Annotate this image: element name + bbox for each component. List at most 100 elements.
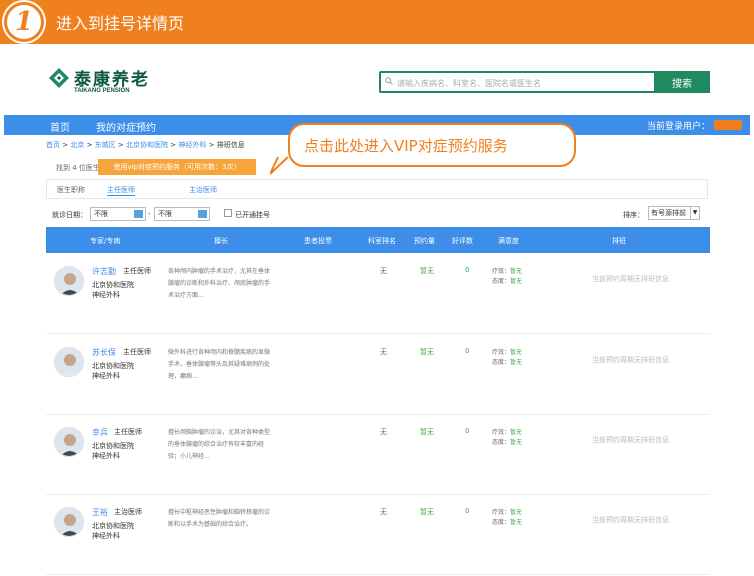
table-row: 王裕 主治医师 北京协和医院 神经外科 擅长中枢神经恶性肿瘤和脑转移瘤的诊断和以…	[46, 495, 710, 575]
date-from-input[interactable]: 不限	[90, 207, 146, 221]
brand-logo[interactable]: 泰康养老 TAIKANG PENSION	[48, 65, 178, 99]
table-row: 苏长保 主任医师 北京协和医院 神经外科 微外科进行各种颅内和脊髓疾病的显微手术…	[46, 335, 710, 415]
th-likes: 好评数	[452, 237, 473, 245]
search-box: 搜索	[379, 71, 710, 93]
doctor-hospital: 北京协和医院	[92, 362, 134, 370]
vip-appointment-button[interactable]: 使用vip对症预约服务（可用次数：3次）	[98, 159, 256, 175]
doctor-name[interactable]: 幸兵	[92, 427, 108, 438]
nav-item-my-appointments[interactable]: 我的对症预约	[96, 119, 156, 134]
doctor-title: 主任医师	[123, 348, 151, 356]
breadcrumb-dept[interactable]: 神经外科	[178, 141, 206, 149]
satisfaction-attitude: 态度：暂无	[492, 439, 523, 446]
step-number-badge: 1	[4, 2, 44, 42]
taikang-logo-icon	[49, 68, 69, 88]
satisfaction-effect: 疗效：暂无	[492, 349, 523, 356]
chevron-down-icon: ▼	[690, 207, 699, 219]
th-votes: 患者投票	[304, 237, 332, 245]
doctor-title: 主任医师	[123, 267, 151, 275]
date-filter: 就诊日期： 不限 - 不限 已开通挂号 排序： 有号源排前 ▼	[46, 206, 708, 225]
schedule-info: 当前预约周期无排班信息	[592, 356, 669, 364]
schedule-info: 当前预约周期无排班信息	[592, 436, 669, 444]
doctor-title: 主治医师	[114, 508, 142, 516]
booking-count: 暂无	[420, 267, 434, 275]
doctor-department: 神经外科	[92, 532, 120, 540]
nav-item-home[interactable]: 首页	[50, 119, 70, 134]
breadcrumb: 首页 > 北京 > 东城区 > 北京协和医院 > 神经外科 > 排班信息	[46, 141, 245, 149]
satisfaction-attitude: 态度：暂无	[492, 359, 523, 366]
breadcrumb-home[interactable]: 首页	[46, 141, 60, 149]
doctor-name[interactable]: 王裕	[92, 507, 108, 518]
doctor-specialty: 擅长颅脑肿瘤的诊治，尤其对各种类型的垂体腺瘤的综合治疗有较丰富的经验；小儿神经.…	[168, 429, 271, 460]
filter-tab-chief[interactable]: 主任医师	[107, 185, 135, 196]
table-header: 专家/专病 擅长 患者投票 科室排名 预约量 好评数 满意度 排班	[46, 227, 710, 253]
open-registration-label: 已开通挂号	[235, 211, 270, 219]
search-input[interactable]	[385, 75, 655, 91]
dept-rank: 无	[380, 348, 387, 356]
callout-pointer	[270, 156, 289, 175]
open-registration-checkbox[interactable]	[224, 209, 232, 217]
brand-name-cn: 泰康养老	[74, 70, 150, 90]
booking-count: 暂无	[420, 508, 434, 516]
breadcrumb-current: 排班信息	[216, 141, 245, 149]
doctor-avatar[interactable]	[54, 427, 84, 457]
th-schedule: 排班	[612, 237, 626, 245]
like-count: 0	[465, 266, 470, 274]
doctor-title: 主任医师	[114, 428, 142, 436]
satisfaction-effect: 疗效：暂无	[492, 429, 523, 436]
date-to-input[interactable]: 不限	[154, 207, 210, 221]
doctor-department: 神经外科	[92, 372, 120, 380]
doctor-name[interactable]: 许志勤	[92, 266, 116, 277]
doctor-hospital: 北京协和医院	[92, 442, 134, 450]
th-specialty: 擅长	[214, 237, 228, 245]
filter-tab-attending[interactable]: 主治医师	[189, 185, 217, 195]
satisfaction-effect: 疗效：暂无	[492, 509, 523, 516]
booking-count: 暂无	[420, 348, 434, 356]
current-user-name[interactable]	[714, 120, 742, 130]
schedule-info: 当前预约周期无排班信息	[592, 516, 669, 524]
step-title: 进入到挂号详情页	[56, 14, 185, 33]
th-expert: 专家/专病	[90, 237, 121, 245]
filter-label: 医生职称	[57, 186, 85, 194]
satisfaction-attitude: 态度：暂无	[492, 519, 523, 526]
dept-rank: 无	[380, 508, 387, 516]
breadcrumb-hospital[interactable]: 北京协和医院	[126, 141, 168, 149]
search-button[interactable]: 搜索	[654, 71, 710, 93]
brand-name-en: TAIKANG PENSION	[74, 88, 130, 94]
dept-rank: 无	[380, 267, 387, 275]
table-row: 许志勤 主任医师 北京协和医院 神经外科 各种颅内肿瘤的手术治疗，尤其在垂体腺瘤…	[46, 254, 710, 334]
doctor-hospital: 北京协和医院	[92, 522, 134, 530]
doctor-department: 神经外科	[92, 452, 120, 460]
doctor-avatar[interactable]	[54, 507, 84, 537]
doctor-department: 神经外科	[92, 291, 120, 299]
current-user-label: 当前登录用户：	[646, 122, 710, 132]
doctor-name[interactable]: 苏长保	[92, 347, 116, 358]
calendar-icon[interactable]	[134, 210, 143, 218]
doctor-avatar[interactable]	[54, 266, 84, 296]
th-bookings: 预约量	[414, 237, 435, 245]
booking-count: 暂无	[420, 428, 434, 436]
sort-select[interactable]: 有号源排前 ▼	[648, 206, 700, 220]
sort-label: 排序：	[623, 211, 644, 219]
doctor-hospital: 北京协和医院	[92, 281, 134, 289]
doctor-specialty: 各种颅内肿瘤的手术治疗，尤其在垂体腺瘤的诊断和外科治疗、颅底肿瘤的手术治疗方面.…	[168, 268, 271, 299]
satisfaction-effect: 疗效：暂无	[492, 268, 523, 275]
breadcrumb-city[interactable]: 北京	[70, 141, 84, 149]
callout-text: 点击此处进入VIP对症预约服务	[304, 137, 508, 155]
doctor-avatar[interactable]	[54, 347, 84, 377]
breadcrumb-district[interactable]: 东城区	[95, 141, 116, 149]
table-row: 幸兵 主任医师 北京协和医院 神经外科 擅长颅脑肿瘤的诊治，尤其对各种类型的垂体…	[46, 415, 710, 495]
callout-bubble: 点击此处进入VIP对症预约服务	[288, 123, 576, 167]
schedule-info: 当前预约周期无排班信息	[592, 275, 669, 283]
calendar-icon[interactable]	[198, 210, 207, 218]
th-satisfaction: 满意度	[498, 237, 519, 245]
step-banner: 1 进入到挂号详情页	[0, 0, 754, 44]
doctor-specialty: 擅长中枢神经恶性肿瘤和脑转移瘤的诊断和以手术为基础的综合治疗。	[168, 509, 271, 528]
date-label: 就诊日期：	[52, 211, 87, 219]
satisfaction-attitude: 态度：暂无	[492, 278, 523, 285]
like-count: 0	[465, 507, 470, 515]
dept-rank: 无	[380, 428, 387, 436]
like-count: 0	[465, 427, 470, 435]
th-rank: 科室排名	[368, 237, 396, 245]
title-filter: 医生职称 主任医师 主治医师	[46, 179, 708, 199]
result-count: 找到 4 位医生	[56, 164, 100, 172]
